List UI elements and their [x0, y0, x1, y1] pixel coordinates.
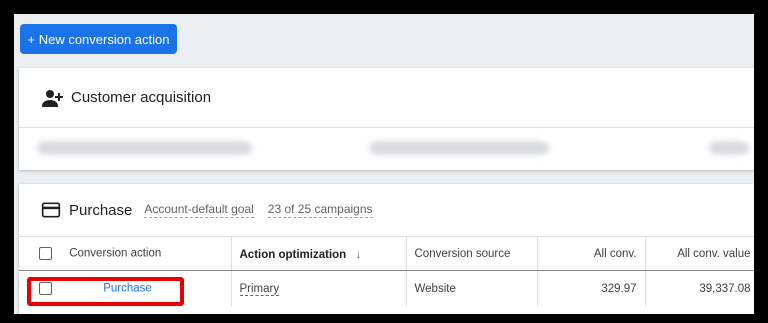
purchase-goal-header: Purchase Account-default goal 23 of 25 c…: [19, 184, 754, 236]
customer-acquisition-card: Customer acquisition: [19, 68, 754, 170]
table-row: Purchase Primary Website 329.97 39,337.0…: [19, 270, 754, 307]
purchase-goal-title: Purchase: [69, 201, 133, 219]
blurred-summary-row: [19, 128, 754, 169]
person-add-icon: [42, 89, 63, 107]
new-conversion-action-button[interactable]: + New conversion action: [20, 24, 177, 54]
new-conversion-action-label: + New conversion action: [27, 31, 170, 47]
select-all-checkbox[interactable]: [39, 247, 52, 260]
cell-action: Purchase: [19, 270, 232, 307]
column-header-source[interactable]: Conversion source: [406, 236, 538, 271]
optimization-value[interactable]: Primary: [239, 282, 280, 296]
campaigns-count-link[interactable]: 23 of 25 campaigns: [267, 202, 373, 218]
column-label-optimization: Action optimization: [239, 248, 347, 261]
blurred-text: [369, 141, 549, 155]
column-label-source: Conversion source: [414, 247, 511, 260]
column-header-optimization[interactable]: Action optimization ↓: [231, 236, 407, 271]
blurred-text: [37, 141, 252, 155]
conversion-actions-table: Conversion action Action optimization ↓ …: [19, 236, 754, 307]
cell-source: Website: [406, 270, 538, 307]
credit-card-icon: [41, 202, 61, 218]
blurred-text: [709, 141, 749, 155]
column-header-all-conv-value[interactable]: All conv. value: [645, 236, 754, 271]
cell-all-conv: 329.97: [537, 270, 646, 307]
table-header-row: Conversion action Action optimization ↓ …: [19, 236, 754, 271]
column-label-action: Conversion action: [69, 247, 162, 260]
conversion-action-link[interactable]: Purchase: [103, 283, 152, 295]
customer-acquisition-title: Customer acquisition: [71, 89, 212, 106]
column-label-all-conv-value: All conv. value: [677, 247, 751, 260]
goal-type-link[interactable]: Account-default goal: [144, 202, 254, 218]
app-viewport: + New conversion action Customer acquisi…: [14, 14, 754, 314]
arrow-down-icon: ↓: [355, 246, 362, 261]
row-checkbox[interactable]: [39, 282, 52, 296]
cell-optimization: Primary: [231, 270, 407, 307]
column-label-all-conv: All conv.: [593, 247, 637, 260]
customer-acquisition-header[interactable]: Customer acquisition: [19, 68, 754, 128]
column-header-all-conv[interactable]: All conv.: [537, 236, 646, 271]
cell-all-conv-value: 39,337.08: [645, 270, 754, 307]
column-header-action[interactable]: Conversion action: [19, 236, 232, 271]
purchase-goal-card: Purchase Account-default goal 23 of 25 c…: [19, 184, 754, 314]
